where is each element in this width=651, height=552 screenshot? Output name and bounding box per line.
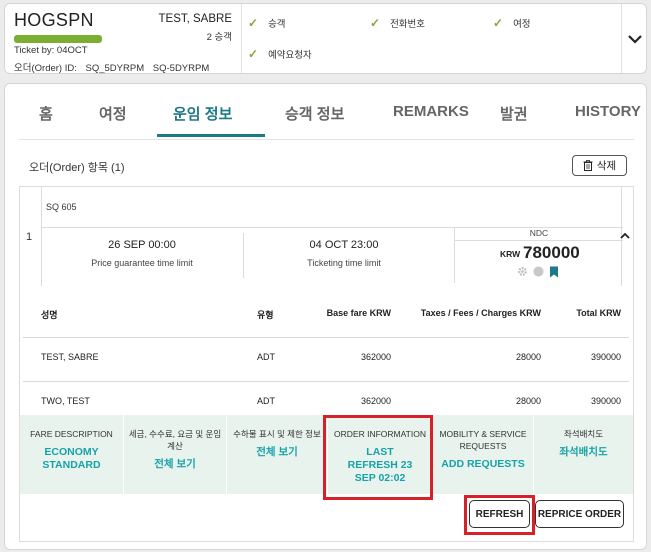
trash-icon [583,160,593,171]
add-requests-link[interactable]: ADD REQUESTS [433,458,533,471]
table-row: TEST, SABRE ADT 362000 28000 390000 [23,338,629,382]
col-base-fare: Base fare KRW [326,308,391,318]
tab-ticketing[interactable]: 발권 [500,103,528,124]
price-guarantee-cell: 26 SEP 00:00 Price guarantee time limit [42,228,242,278]
check-requester: ✓ 예약요청자 [248,47,312,61]
main-panel: 홈 여정 운임 정보 승객 정보 REMARKS 발권 HISTORY 오더(O… [4,83,647,550]
refresh-button[interactable]: REFRESH [469,500,530,528]
tab-fare-info[interactable]: 운임 정보 [173,103,232,124]
tab-home[interactable]: 홈 [39,103,53,124]
item-index: 1 [26,231,33,243]
check-icon: ✓ [248,16,259,30]
col-name: 성명 [41,310,58,320]
ticket-by: Ticket by: 04OCT [14,45,88,56]
bookmark-icon[interactable] [549,266,559,278]
check-itinerary: ✓ 여정 [493,16,531,30]
ticketing-label: Ticketing time limit [307,258,381,268]
fare-description-link[interactable]: ECONOMY STANDARD [20,446,123,472]
mobility-requests-card: MOBILITY & SERVICE REQUESTS ADD REQUESTS [433,415,533,494]
card-title: 세금, 수수료, 요금 및 운임 계산 [128,429,222,451]
view-all-link[interactable]: 전체 보기 [124,458,226,471]
flight-summary: SQ 605 26 SEP 00:00 Price guarantee time… [41,187,623,286]
col-total: Total KRW [576,308,621,318]
order-id: 오더(Order) ID: SQ_5DYRPM SQ-5DYRPM [14,60,215,74]
pnr-code: HOGSPN [14,10,94,30]
ndc-label: NDC [455,228,623,241]
table-header: 성명 유형 Base fare KRW Taxes / Fees / Charg… [23,294,629,338]
card-title: FARE DESCRIPTION [30,429,113,439]
collapse-chevron-icon[interactable] [618,229,632,243]
seat-map-card: 좌석배치도 좌석배치도 [534,415,633,494]
currency: KRW [500,249,521,259]
booking-header: HOGSPN Ticket by: 04OCT 오더(Order) ID: SQ… [4,3,647,74]
card-title: 좌석배치도 [563,429,604,439]
ticketing-time: 04 OCT 23:00 [309,239,379,251]
card-title: MOBILITY & SERVICE REQUESTS [439,429,527,451]
col-taxes: Taxes / Fees / Charges KRW [420,308,541,318]
fare-description-card: FARE DESCRIPTION ECONOMY STANDARD [20,415,123,494]
ticketing-limit-cell: 04 OCT 23:00 Ticketing time limit [244,228,444,278]
gear-icon[interactable] [517,266,528,277]
tab-bar: 홈 여정 운임 정보 승객 정보 REMARKS 발권 HISTORY [19,84,641,140]
col-type: 유형 [257,310,274,320]
tab-remarks[interactable]: REMARKS [393,103,469,120]
check-icon: ✓ [248,47,259,61]
tab-passenger-info[interactable]: 승객 정보 [285,103,344,124]
total-amount: 780000 [523,243,580,262]
check-icon: ✓ [370,16,381,30]
delete-button[interactable]: 삭제 [572,155,627,176]
order-items-title: 오더(Order) 항목 (1) [29,162,125,174]
passenger-count: 2 승객 [206,32,232,43]
view-all-link[interactable]: 전체 보기 [227,446,327,459]
price-guarantee-time: 26 SEP 00:00 [108,239,176,251]
tab-itinerary[interactable]: 여정 [99,103,127,124]
expand-header-chevron-icon[interactable] [625,29,645,49]
check-passengers: ✓ 승객 [248,16,286,30]
check-icon: ✓ [493,16,504,30]
passenger-name: TEST, SABRE [158,13,233,25]
taxes-fees-card: 세금, 수수료, 요금 및 운임 계산 전체 보기 [124,415,226,494]
info-circle-icon[interactable] [533,266,544,277]
order-id-label: 오더(Order) ID: [14,63,77,74]
reprice-order-button[interactable]: REPRICE ORDER [535,500,624,528]
active-tab-indicator [157,134,265,137]
order-id-value-alt: SQ-5DYRPM [152,63,210,74]
card-title: 수하물 표시 및 제한 정보 [233,429,321,439]
order-info-highlight [323,415,433,500]
baggage-card: 수하물 표시 및 제한 정보 전체 보기 [227,415,327,494]
delete-label: 삭제 [596,160,617,172]
tab-history[interactable]: HISTORY [575,103,641,120]
check-phone: ✓ 전화번호 [370,16,426,30]
price-guarantee-label: Price guarantee time limit [91,258,193,268]
flight-number: SQ 605 [46,202,77,212]
status-progress-bar [14,35,102,43]
seat-map-link[interactable]: 좌석배치도 [534,446,633,459]
ndc-price-panel: NDC KRW 780000 [454,228,623,283]
order-id-value: SQ_5DYRPM [85,63,145,74]
